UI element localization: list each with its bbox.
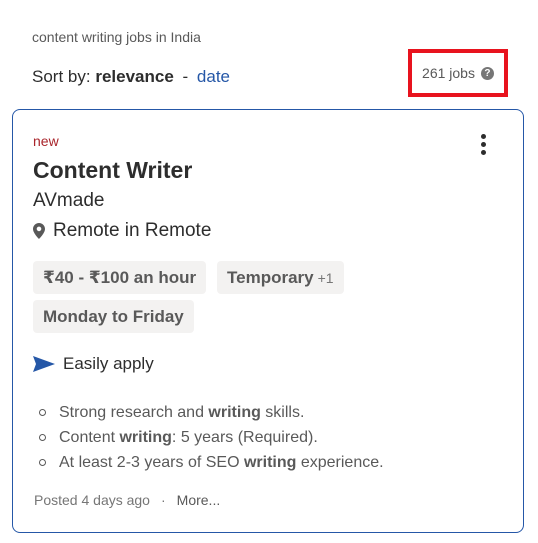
easily-apply-label: Easily apply bbox=[63, 354, 154, 373]
send-arrow-icon bbox=[33, 356, 55, 372]
sort-separator: - bbox=[182, 67, 189, 86]
job-title[interactable]: Content Writer bbox=[33, 157, 192, 184]
list-item: Content writing: 5 years (Required). bbox=[39, 425, 384, 450]
new-tag: new bbox=[33, 133, 59, 149]
posted-date: Posted 4 days ago bbox=[34, 492, 150, 508]
sort-prefix: Sort by: bbox=[32, 67, 91, 86]
list-item: Strong research and writing skills. bbox=[39, 400, 384, 425]
sort-date-link[interactable]: date bbox=[197, 67, 230, 86]
job-count: 261 jobs bbox=[422, 65, 475, 81]
search-query-label: content writing jobs in India bbox=[32, 29, 201, 45]
easily-apply: Easily apply bbox=[33, 354, 154, 374]
kebab-menu-icon[interactable] bbox=[475, 134, 491, 160]
sort-relevance: relevance bbox=[95, 67, 174, 86]
job-count-highlight: 261 jobs ? bbox=[408, 49, 508, 97]
job-type-extra: +1 bbox=[317, 270, 334, 286]
footer-dot: · bbox=[160, 492, 166, 508]
schedule-chip-label: Monday to Friday bbox=[43, 307, 184, 326]
location-pin-icon bbox=[33, 223, 45, 239]
job-snippet-list: Strong research and writing skills. Cont… bbox=[39, 400, 384, 475]
more-link[interactable]: More... bbox=[177, 492, 221, 508]
job-type-chip: Temporary +1 bbox=[217, 261, 344, 294]
schedule-chip: Monday to Friday bbox=[33, 300, 194, 333]
location-text: Remote in Remote bbox=[53, 220, 212, 241]
sort-bar: Sort by: relevance - date bbox=[32, 67, 230, 87]
job-card[interactable]: new Content Writer AVmade Remote in Remo… bbox=[12, 109, 524, 533]
company-name: AVmade bbox=[33, 190, 105, 211]
job-type-label: Temporary bbox=[227, 268, 314, 287]
help-icon[interactable]: ? bbox=[480, 66, 494, 80]
salary-chip: ₹40 - ₹100 an hour bbox=[33, 261, 207, 294]
card-footer: Posted 4 days ago · More... bbox=[34, 492, 220, 508]
job-location: Remote in Remote bbox=[33, 220, 211, 242]
salary-chip-label: ₹40 - ₹100 an hour bbox=[43, 268, 197, 287]
list-item: At least 2-3 years of SEO writing experi… bbox=[39, 450, 384, 475]
